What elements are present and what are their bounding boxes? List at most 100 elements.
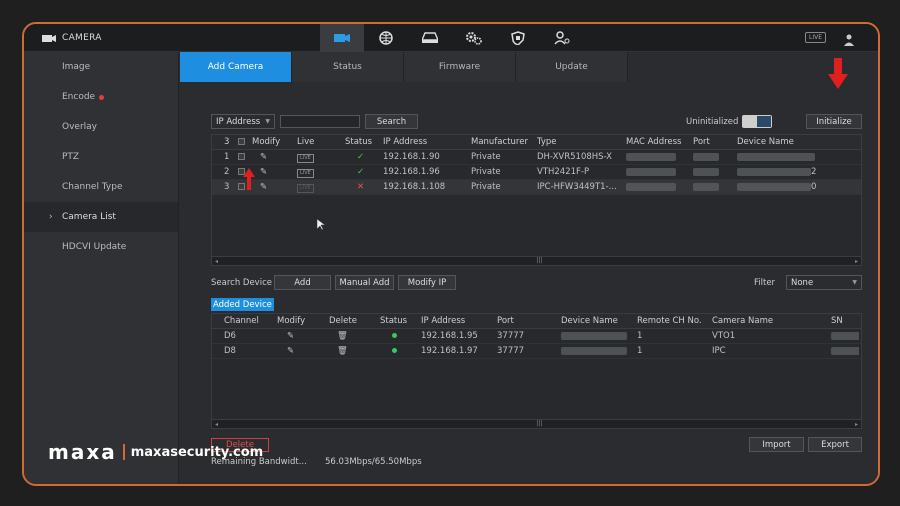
row-port: 37777 xyxy=(497,346,525,356)
device-table-header: 3 Modify Live Status IP Address Manufact… xyxy=(212,135,861,150)
live-view-icon[interactable]: LIVE xyxy=(297,168,314,178)
status-fail-icon: ✕ xyxy=(357,182,365,192)
device-name-tail: 2 xyxy=(811,167,817,177)
search-input[interactable] xyxy=(280,115,360,128)
col-status: Status xyxy=(380,316,408,326)
filter-label: Filter xyxy=(754,278,776,288)
scroll-thumb[interactable]: ||| xyxy=(537,257,543,264)
sidebar-item-image[interactable]: Image xyxy=(24,52,178,82)
col-port: Port xyxy=(693,137,710,147)
row-camera-name: VTO1 xyxy=(712,331,736,341)
scroll-right-icon[interactable]: ▸ xyxy=(855,258,858,265)
table-row[interactable]: 2 ✎ LIVE ✓ 192.168.1.96 Private VTH2421F… xyxy=(212,165,861,180)
col-channel: Channel xyxy=(224,316,259,326)
camera-icon[interactable] xyxy=(320,24,364,52)
row-checkbox[interactable] xyxy=(238,153,245,160)
edit-icon[interactable]: ✎ xyxy=(250,152,295,162)
sidebar-item-encode[interactable]: Encode xyxy=(24,82,178,112)
col-remote-ch: Remote CH No. xyxy=(637,316,702,326)
user-icon[interactable] xyxy=(844,31,854,50)
tab-update[interactable]: Update xyxy=(516,52,628,82)
row-number: 1 xyxy=(224,152,230,162)
sidebar-item-camera-list[interactable]: › Camera List xyxy=(24,202,178,232)
logo-brand: maxa xyxy=(48,440,117,464)
edit-icon[interactable]: ✎ xyxy=(250,182,295,192)
added-table-scrollbar[interactable]: ◂ ||| ▸ xyxy=(212,419,861,428)
col-status: Status xyxy=(345,137,373,147)
row-ip: 192.168.1.95 xyxy=(421,331,478,341)
app-title-text: CAMERA xyxy=(62,33,102,43)
sidebar-item-overlay[interactable]: Overlay xyxy=(24,112,178,142)
logo-divider xyxy=(122,444,125,460)
device-table-scrollbar[interactable]: ◂ ||| ▸ xyxy=(212,256,861,265)
col-delete: Delete xyxy=(329,316,357,326)
sidebar-item-hdcvi-update[interactable]: HDCVI Update xyxy=(24,232,178,262)
status-online-icon xyxy=(392,333,397,338)
tab-add-camera[interactable]: Add Camera xyxy=(180,52,292,82)
sidebar-item-ptz[interactable]: PTZ xyxy=(24,142,178,172)
settings-icon[interactable] xyxy=(452,24,496,52)
blurred-device-name xyxy=(737,152,815,161)
scroll-left-icon[interactable]: ◂ xyxy=(215,421,218,428)
row-camera-name: IPC xyxy=(712,346,726,356)
export-button[interactable]: Export xyxy=(808,437,862,452)
account-icon[interactable] xyxy=(540,24,584,52)
row-channel: D6 xyxy=(224,331,236,341)
trash-icon[interactable]: 🗑 xyxy=(327,331,378,341)
table-row[interactable]: D6 ✎ 🗑 192.168.1.95 37777 1 VTO1 xyxy=(212,329,861,344)
network-icon[interactable] xyxy=(364,24,408,52)
live-view-icon[interactable]: LIVE xyxy=(297,183,314,193)
select-all-checkbox[interactable] xyxy=(238,138,245,145)
main-panel: Add Camera Status Firmware Update IP Add… xyxy=(180,52,878,484)
tab-status[interactable]: Status xyxy=(292,52,404,82)
logo-site: maxasecurity.com xyxy=(130,444,264,460)
edit-icon[interactable]: ✎ xyxy=(275,346,327,356)
filter-select[interactable]: None ▼ xyxy=(786,275,862,290)
row-channel: D8 xyxy=(224,346,236,356)
live-view-icon[interactable]: LIVE xyxy=(297,153,314,163)
trash-icon[interactable]: 🗑 xyxy=(327,346,378,356)
added-table-header: Channel Modify Delete Status IP Address … xyxy=(212,314,861,329)
scroll-left-icon[interactable]: ◂ xyxy=(215,258,218,265)
row-ip: 192.168.1.90 xyxy=(383,152,440,162)
row-manufacturer: Private xyxy=(471,182,501,192)
add-button[interactable]: Add xyxy=(274,275,331,290)
sidebar-item-label: Overlay xyxy=(62,122,97,132)
search-device-button[interactable]: Search Device xyxy=(211,278,272,288)
edit-icon[interactable]: ✎ xyxy=(250,167,295,177)
edit-icon[interactable]: ✎ xyxy=(275,331,327,341)
blurred-mac xyxy=(626,182,676,191)
import-button[interactable]: Import xyxy=(749,437,804,452)
storage-icon[interactable] xyxy=(408,24,452,52)
row-port: 37777 xyxy=(497,331,525,341)
manual-add-button[interactable]: Manual Add xyxy=(335,275,394,290)
tab-firmware[interactable]: Firmware xyxy=(404,52,516,82)
col-live: Live xyxy=(297,137,315,147)
sidebar-item-channel-type[interactable]: Channel Type xyxy=(24,172,178,202)
table-row[interactable]: 3 ✎ LIVE ✕ 192.168.1.108 Private IPC-HFW… xyxy=(212,180,861,195)
search-type-value: IP Address xyxy=(216,116,261,127)
col-device-name: Device Name xyxy=(737,137,794,147)
device-table: 3 Modify Live Status IP Address Manufact… xyxy=(211,134,862,266)
blurred-device-name xyxy=(561,331,627,340)
table-row[interactable]: 1 ✎ LIVE ✓ 192.168.1.90 Private DH-XVR51… xyxy=(212,150,861,165)
scroll-thumb[interactable]: ||| xyxy=(537,420,543,427)
status-ok-icon: ✓ xyxy=(357,167,365,177)
modify-ip-button[interactable]: Modify IP xyxy=(398,275,456,290)
sidebar-item-label: Camera List xyxy=(62,212,116,222)
sidebar: Image Encode Overlay PTZ Channel Type › C… xyxy=(24,52,179,484)
table-row[interactable]: D8 ✎ 🗑 192.168.1.97 37777 1 IPC xyxy=(212,344,861,359)
device-name-tail: 0 xyxy=(811,182,817,192)
initialize-button[interactable]: Initialize xyxy=(806,114,862,129)
search-type-select[interactable]: IP Address ▼ xyxy=(211,114,275,129)
scroll-right-icon[interactable]: ▸ xyxy=(855,421,858,428)
security-icon[interactable] xyxy=(496,24,540,52)
blurred-port xyxy=(693,182,719,191)
row-ip: 192.168.1.108 xyxy=(383,182,446,192)
row-type: DH-XVR5108HS-X xyxy=(537,152,613,162)
sidebar-item-label: Channel Type xyxy=(62,182,123,192)
live-button[interactable]: LIVE xyxy=(804,32,826,43)
uninitialized-toggle[interactable] xyxy=(742,115,772,128)
search-button[interactable]: Search xyxy=(365,114,418,129)
alert-dot-icon xyxy=(99,94,105,100)
